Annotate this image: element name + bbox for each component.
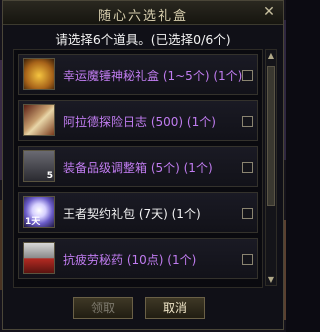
list-item[interactable]: 幸运魔锤神秘礼盒 (1~5个) (1个) <box>18 54 258 95</box>
selection-prompt: 请选择6个道具。(已选择0/6个) <box>55 32 231 47</box>
list-scrollbar[interactable]: ▲ ▼ <box>265 49 277 286</box>
close-icon[interactable]: ✕ <box>261 4 277 20</box>
cancel-button[interactable]: 取消 <box>145 297 205 319</box>
contract-star-icon: 1天 <box>23 196 55 228</box>
list-item[interactable]: 1天 王者契约礼包 (7天) (1个) <box>18 192 258 233</box>
item-name: 阿拉德探险日志 (500) (1个) <box>63 115 216 129</box>
item-count: 1天 <box>25 217 41 227</box>
gift-box-dialog: 随心六选礼盒 ✕ 请选择6个道具。(已选择0/6个) 幸运魔锤神秘礼盒 (1~5… <box>2 0 284 330</box>
scroll-thumb[interactable] <box>267 66 275 206</box>
list-item[interactable]: 5 装备品级调整箱 (5个) (1个) <box>18 146 258 187</box>
potion-bottle-icon <box>23 242 55 274</box>
item-checkbox[interactable] <box>242 208 253 219</box>
item-name: 装备品级调整箱 (5个) (1个) <box>63 161 213 175</box>
equipment-box-icon: 5 <box>23 150 55 182</box>
claim-button[interactable]: 领取 <box>73 297 133 319</box>
item-checkbox[interactable] <box>242 116 253 127</box>
list-item[interactable]: 抗疲劳秘药 (10点) (1个) <box>18 238 258 279</box>
item-count: 5 <box>46 171 53 181</box>
item-name: 王者契约礼包 (7天) (1个) <box>63 207 201 221</box>
scroll-icon <box>23 104 55 136</box>
gold-coin-bag-icon <box>23 58 55 90</box>
scroll-down-icon[interactable]: ▼ <box>266 274 276 285</box>
dialog-titlebar: 随心六选礼盒 ✕ <box>3 1 283 25</box>
scroll-up-icon[interactable]: ▲ <box>266 50 276 61</box>
item-checkbox[interactable] <box>242 162 253 173</box>
item-checkbox[interactable] <box>242 254 253 265</box>
item-list: 幸运魔锤神秘礼盒 (1~5个) (1个) 阿拉德探险日志 (500) (1个) … <box>13 49 263 288</box>
item-name: 抗疲劳秘药 (10点) (1个) <box>63 253 197 267</box>
item-name: 幸运魔锤神秘礼盒 (1~5个) (1个) <box>63 69 243 83</box>
list-item[interactable]: 阿拉德探险日志 (500) (1个) <box>18 100 258 141</box>
dialog-title: 随心六选礼盒 <box>97 9 188 24</box>
item-checkbox[interactable] <box>242 70 253 81</box>
